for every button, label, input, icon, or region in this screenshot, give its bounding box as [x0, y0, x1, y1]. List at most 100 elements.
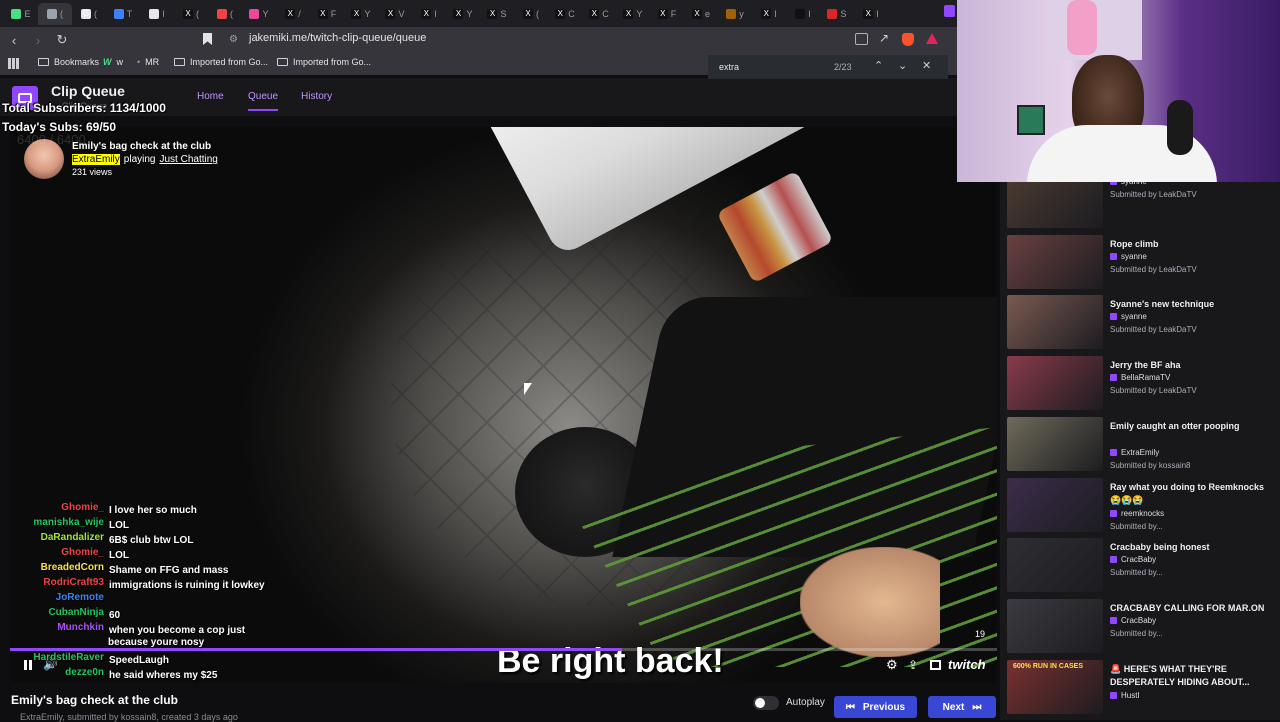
next-button[interactable]: Next ⏭ [928, 696, 996, 718]
queue-item[interactable]: Syanne's new technique syanne Submitted by… [1007, 295, 1272, 353]
browser-tab[interactable]: XY [446, 3, 480, 25]
browser-tab[interactable]: XV [378, 3, 412, 25]
bookmark-mr[interactable]: • MR [137, 57, 159, 67]
chat-username[interactable]: CubanNinja [30, 607, 104, 618]
browser-tab[interactable]: G( [72, 3, 106, 25]
find-input[interactable]: extra [719, 62, 739, 72]
back-icon[interactable]: ‹ [4, 33, 24, 48]
queue-item[interactable]: 600% RUN IN CASES 🚨 HERE'S WHAT THEY'RE D… [1007, 659, 1272, 718]
queue-thumbnail[interactable] [1007, 174, 1103, 228]
browser-tab[interactable]: Y [242, 3, 276, 25]
nav-home[interactable]: Home [197, 91, 224, 102]
find-prev-icon[interactable]: ⌃ [874, 59, 883, 72]
settings-gear-icon[interactable]: ⚙ [886, 657, 898, 673]
browser-tab[interactable]: E [4, 3, 38, 25]
queue-item[interactable]: Jerry the BF aha BellaRamaTV Submitted by … [1007, 356, 1272, 414]
browser-tab[interactable]: I [786, 3, 820, 25]
site-info-icon[interactable]: ⚙ [229, 34, 238, 45]
tab-title: I [162, 8, 165, 19]
chat-username[interactable]: Munchkin [30, 622, 104, 633]
chat-username[interactable]: JoRemote [30, 592, 104, 603]
chat-username[interactable]: dezze0n [30, 667, 104, 678]
find-next-icon[interactable]: ⌄ [898, 59, 907, 72]
forward-icon[interactable]: › [28, 33, 48, 48]
chat-username[interactable]: BreadedCorn [30, 562, 104, 573]
queue-thumbnail[interactable] [1007, 538, 1103, 593]
tab-title: T [126, 8, 133, 19]
queue-item[interactable]: syanneSubmitted by LeakDaTV [1007, 174, 1272, 232]
tab-favicon-icon [249, 8, 260, 19]
browser-tab[interactable]: XI [752, 3, 786, 25]
nav-queue[interactable]: Queue [248, 91, 279, 111]
browser-tab[interactable]: XF [310, 3, 344, 25]
queue-item[interactable]: CRACBABY CALLING FOR MAR.ON CracBaby Submi… [1007, 598, 1272, 657]
bookmark-w[interactable]: W w [103, 57, 123, 67]
bookmarks-folder[interactable]: Bookmarks [38, 57, 99, 67]
queue-thumbnail[interactable] [1007, 477, 1103, 532]
chat-message: because youre nosy [108, 637, 204, 648]
reader-mode-icon[interactable] [855, 33, 868, 45]
chat-username[interactable]: DaRandalizer [30, 532, 104, 543]
url-input[interactable]: jakemiki.me/twitch-clip-queue/queue [249, 32, 426, 44]
chat-username[interactable]: Ghomie_ [30, 547, 104, 558]
browser-tab[interactable]: XI [854, 3, 888, 25]
previous-button[interactable]: ⏮ Previous [834, 696, 917, 718]
browser-tab[interactable]: XY [344, 3, 378, 25]
bookmark-star-icon[interactable] [203, 33, 212, 45]
reload-icon[interactable]: ↻ [52, 32, 72, 48]
clip-streamer-link[interactable]: ExtraEmily [72, 154, 120, 165]
browser-tab[interactable]: XY [616, 3, 650, 25]
browser-tab[interactable]: XI [412, 3, 446, 25]
queue-thumbnail[interactable] [1007, 356, 1103, 411]
fullscreen-icon[interactable] [930, 660, 941, 670]
nav-history[interactable]: History [301, 91, 332, 102]
new-tab-icon[interactable] [944, 5, 955, 17]
queue-thumbnail[interactable] [1007, 598, 1103, 653]
browser-tab[interactable]: X( [174, 3, 208, 25]
queue-item[interactable]: Emily caught an otter pooping ExtraEmily S… [1007, 416, 1272, 475]
app-title[interactable]: Clip Queue [51, 83, 125, 99]
browser-tab[interactable]: X / [276, 3, 310, 25]
clip-game-link[interactable]: Just Chatting [160, 154, 218, 165]
webcam-art-pink [1067, 0, 1097, 55]
browser-tab[interactable]: XC [582, 3, 616, 25]
chat-username[interactable]: HardstileRaver [30, 652, 104, 663]
rewards-icon[interactable] [926, 33, 938, 44]
apps-grid-icon[interactable] [8, 58, 19, 69]
chat-username[interactable]: manishka_wije [30, 517, 104, 528]
chat-text: I love her so much [109, 505, 197, 516]
browser-tab[interactable]: X( [514, 3, 548, 25]
queue-item[interactable]: Rope climb syanne Submitted by LeakDaTV [1007, 234, 1272, 293]
w-logo-icon: W [103, 57, 112, 67]
browser-tab[interactable]: ( [38, 2, 72, 25]
chat-username[interactable]: RodriCraft93 [30, 577, 104, 588]
queue-thumbnail[interactable] [1007, 295, 1103, 350]
find-close-icon[interactable]: ✕ [922, 59, 931, 72]
browser-tab[interactable]: XS [480, 3, 514, 25]
bookmark-imported-1[interactable]: Imported from Go... [174, 57, 268, 67]
browser-tab[interactable]: ( [208, 3, 242, 25]
chat-message: JoRemote [30, 592, 109, 606]
queue-item[interactable]: Cracbaby being honest CracBaby Submitted b… [1007, 538, 1272, 596]
autoplay-toggle[interactable] [753, 696, 779, 710]
browser-tab[interactable]: T [106, 3, 140, 25]
browser-tab[interactable]: I [140, 3, 174, 25]
webcam-monitor [1017, 105, 1045, 135]
tab-favicon-icon: X [657, 8, 668, 19]
share-icon[interactable]: ↗ [879, 31, 889, 45]
browser-tab[interactable]: Xe [684, 3, 718, 25]
browser-tab[interactable]: S [820, 3, 854, 25]
channel-icon [1110, 556, 1117, 564]
queue-thumbnail[interactable] [1007, 416, 1103, 471]
chat-message: DaRandalizer 6B$ club btw LOL [30, 532, 194, 546]
browser-tab[interactable]: XF [650, 3, 684, 25]
twitch-logo[interactable]: twitch [948, 657, 986, 672]
chat-username[interactable]: Ghomie_ [30, 502, 104, 513]
bookmark-imported-2[interactable]: Imported from Go... [277, 57, 371, 67]
queue-thumbnail[interactable] [1007, 234, 1103, 289]
share-clip-icon[interactable]: ⇪ [908, 658, 918, 672]
browser-tab[interactable]: y [718, 3, 752, 25]
browser-tab[interactable]: XC [548, 3, 582, 25]
queue-item[interactable]: Ray what you doing to Reemknocks 😭😭😭 reem… [1007, 477, 1272, 536]
brave-shield-icon[interactable] [902, 33, 914, 46]
